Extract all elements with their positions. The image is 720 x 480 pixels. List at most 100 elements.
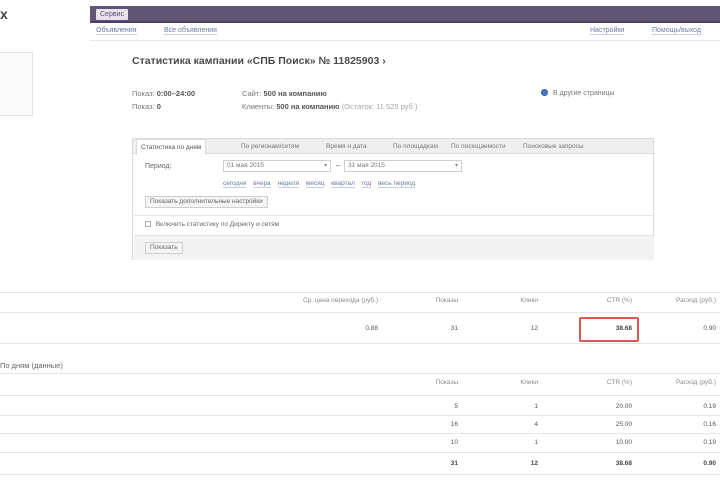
meta-show-time: Показ: 0:00–24:00	[132, 89, 195, 98]
header-cost[interactable]: Расход (руб.)	[676, 297, 716, 304]
other-pages-radio[interactable]: В другие страницы	[541, 89, 615, 97]
panel-footer: Показать	[134, 235, 654, 260]
row-divider	[0, 433, 720, 434]
header-impressions[interactable]: Показы	[436, 297, 458, 304]
row-divider	[0, 452, 720, 453]
meta-remainder: (Остаток: 11 525 руб.)	[341, 102, 418, 111]
more-settings-button[interactable]: Показать дополнительные настройки	[145, 196, 268, 208]
radio-selected-icon	[541, 89, 548, 96]
meta-value: 500 на компанию	[276, 102, 340, 111]
daily-cell: 20.00	[615, 403, 632, 410]
quick-range-year[interactable]: год	[361, 180, 372, 188]
meta-value: 0	[156, 102, 161, 111]
date-to-select[interactable]: 31 мая 2015 ▾	[344, 160, 462, 172]
quick-range-yesterday[interactable]: вчера	[253, 180, 271, 188]
quick-range-all[interactable]: весь период	[378, 180, 416, 188]
daily-total-cell: 38.68	[616, 460, 632, 467]
summary-clicks: 12	[530, 325, 538, 332]
total-value: 31	[450, 460, 458, 467]
top-nav-bar: Сервис	[90, 6, 720, 23]
meta-clients: Клиенты: 500 на компанию (Остаток: 11 52…	[242, 102, 417, 111]
radio-label: В другие страницы	[552, 90, 615, 97]
daily-cell: 1	[534, 403, 538, 410]
quick-range-today[interactable]: сегодня	[223, 180, 247, 188]
total-value: 38.68	[615, 460, 632, 467]
nav-divider	[90, 40, 720, 41]
chevron-down-icon: ▾	[323, 163, 327, 169]
table-divider	[0, 292, 720, 293]
header-avg-cpc[interactable]: Ср. цена перехода (руб.)	[303, 297, 378, 304]
summary-avg-cpc: 0.88	[365, 325, 378, 332]
tab-time-date[interactable]: Время и дата	[326, 139, 367, 154]
meta-shows: Показ: 0	[132, 102, 161, 111]
quick-range-quarter[interactable]: квартал	[331, 180, 355, 188]
quick-range-month[interactable]: месяц	[305, 180, 325, 188]
left-panel-fragment	[0, 52, 33, 116]
tab-search-queries[interactable]: Поисковые запросы	[523, 139, 584, 154]
header-ctr[interactable]: CTR (%)	[607, 297, 632, 304]
meta-label: Показ:	[132, 89, 155, 98]
daily-section-title: По дням (данные)	[0, 361, 63, 370]
sublink-settings[interactable]: Настройки	[590, 27, 625, 35]
meta-value: 0:00–24:00	[156, 89, 196, 98]
daily-cell: 25.00	[615, 421, 632, 428]
daily-cell: 0.16	[703, 421, 716, 428]
daily-cell: 5	[454, 403, 458, 410]
tab-by-days[interactable]: Статистика по дням	[136, 139, 207, 155]
panel-divider	[134, 215, 654, 216]
daily-cell: 10.00	[615, 439, 632, 446]
daily-total-cell: 0.90	[703, 460, 716, 467]
include-stats-checkbox[interactable]: Включить статистику по Директу и сетям	[145, 221, 279, 228]
daily-header-clicks[interactable]: Клики	[520, 379, 538, 386]
meta-label: Клиенты:	[242, 102, 275, 111]
daily-cell: 10	[450, 439, 458, 446]
daily-cell: 1	[534, 439, 538, 446]
checkbox-label: Включить статистику по Директу и сетям	[155, 221, 280, 228]
ctr-highlight-box	[579, 317, 639, 342]
meta-value: 500 на компанию	[263, 89, 327, 98]
table-divider	[0, 373, 720, 374]
daily-cell: 4	[534, 421, 538, 428]
daily-header-impressions[interactable]: Показы	[436, 379, 458, 386]
meta-site: Сайт: 500 на компанию	[242, 89, 327, 98]
stats-tabs: Статистика по дням По регионам/сетям Вре…	[133, 139, 653, 155]
show-button[interactable]: Показать	[145, 242, 183, 254]
daily-cell: 16	[450, 421, 458, 428]
sublink-help[interactable]: Помощь/выход	[652, 27, 701, 35]
quick-ranges: сегодня вчера неделя месяц квартал год в…	[223, 180, 420, 188]
meta-label: Показ:	[132, 102, 155, 111]
row-divider	[0, 474, 720, 475]
sub-navigation: Объявления Все объявления Настройки Помо…	[96, 27, 720, 39]
daily-cell: 0.19	[703, 403, 716, 410]
meta-label: Сайт:	[242, 89, 262, 98]
daily-total-cell: 31	[451, 460, 458, 467]
tab-by-regions[interactable]: По регионам/сетям	[241, 139, 299, 154]
table-divider	[0, 395, 720, 396]
page-title: Статистика кампании «СПБ Поиск» № 118259…	[132, 55, 386, 67]
date-from-select[interactable]: 01 мая 2015 ▾	[223, 160, 331, 172]
daily-header-ctr[interactable]: CTR (%)	[607, 379, 632, 386]
date-range-dash: –	[336, 161, 341, 170]
row-divider	[0, 415, 720, 416]
tab-by-traffic[interactable]: По посещаемости	[451, 139, 506, 154]
sublink-ads[interactable]: Объявления	[96, 27, 137, 35]
quick-range-week[interactable]: неделя	[277, 180, 300, 188]
service-button[interactable]: Сервис	[96, 9, 128, 20]
logo-fragment: x	[0, 6, 8, 22]
page: x Сервис Объявления Все объявления Настр…	[0, 0, 720, 480]
daily-cell: 0.19	[703, 439, 716, 446]
table-divider	[0, 312, 720, 313]
total-value: 12	[530, 460, 538, 467]
date-from-value: 01 мая 2015	[227, 162, 264, 169]
period-label: Период:	[145, 163, 172, 170]
header-clicks[interactable]: Клики	[520, 297, 538, 304]
checkbox-icon	[145, 221, 151, 227]
date-to-value: 31 мая 2015	[348, 162, 385, 169]
table-divider	[0, 343, 720, 344]
chevron-down-icon: ▾	[454, 163, 458, 169]
summary-cost: 0.90	[703, 325, 716, 332]
daily-total-cell: 12	[531, 460, 538, 467]
sublink-all-ads[interactable]: Все объявления	[164, 27, 217, 35]
tab-by-sites[interactable]: По площадкам	[393, 139, 438, 154]
daily-header-cost[interactable]: Расход (руб.)	[676, 379, 716, 386]
